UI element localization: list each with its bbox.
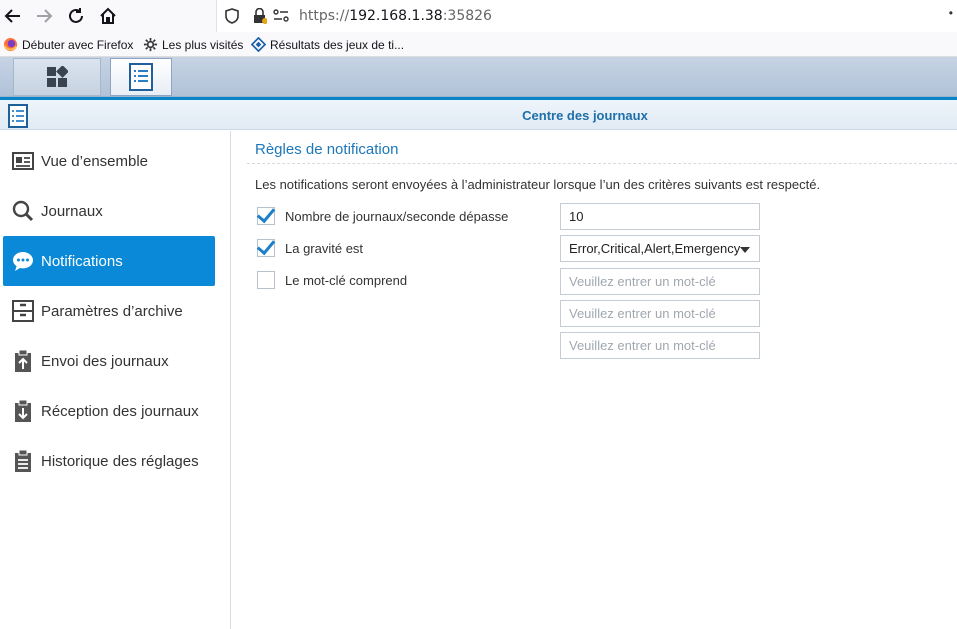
keyword-input-1[interactable] — [560, 268, 760, 295]
url-port: :35826 — [442, 8, 492, 24]
chat-bubble-icon — [11, 249, 35, 273]
sidebar-item-log-receiving[interactable]: Réception des journaux — [3, 386, 215, 436]
logs-per-second-checkbox[interactable] — [257, 207, 275, 225]
url-prefix: https:// — [299, 8, 350, 24]
sidebar-item-label: Notifications — [41, 252, 123, 270]
bookmarks-toolbar: Débuter avec Firefox Les plus visités Ré… — [0, 32, 957, 57]
sidebar-item-label: Journaux — [41, 202, 103, 220]
gear-icon — [143, 37, 158, 52]
section-title: Règles de notification — [255, 141, 399, 158]
severity-selected-value: Error,Critical,Alert,Emergency — [569, 241, 741, 256]
sidebar-item-label: Envoi des journaux — [41, 352, 169, 370]
grid-apps-icon — [47, 66, 68, 87]
section-divider — [247, 163, 957, 164]
url-text: https://192.168.1.38:35826 — [299, 8, 492, 24]
browser-toolbar: https://192.168.1.38:35826 • — [0, 0, 957, 32]
clipboard-upload-icon — [11, 349, 35, 373]
rule-label: Le mot-clé comprend — [285, 272, 408, 288]
shield-icon — [225, 8, 239, 24]
bookmark-label: Les plus visités — [162, 37, 244, 52]
back-button[interactable] — [0, 4, 26, 28]
clipboard-download-icon — [11, 399, 35, 423]
arrow-right-icon — [37, 9, 53, 23]
severity-checkbox[interactable] — [257, 239, 275, 257]
sidebar-item-notifications[interactable]: Notifications — [3, 236, 215, 286]
firefox-icon — [3, 37, 18, 52]
overflow-dot-icon[interactable]: • — [949, 6, 953, 20]
rule-keyword[interactable]: Le mot-clé comprend — [257, 271, 407, 289]
log-center-icon — [129, 63, 153, 91]
home-icon — [100, 7, 116, 24]
forward-button[interactable] — [31, 4, 57, 28]
bookmark-firefox[interactable]: Débuter avec Firefox — [3, 37, 133, 52]
home-button[interactable] — [95, 4, 121, 28]
sidebar-item-archive-settings[interactable]: Paramètres d’archive — [3, 286, 215, 336]
app-title: Centre des journaux — [522, 108, 648, 123]
rule-label: La gravité est — [285, 240, 364, 256]
arrow-left-icon — [4, 9, 20, 23]
overview-card-icon — [11, 149, 35, 173]
caret-down-icon — [740, 247, 750, 253]
main-menu-button[interactable] — [13, 58, 101, 96]
sidebar-item-label: Réception des journaux — [41, 402, 199, 420]
sidebar-item-logs[interactable]: Journaux — [3, 186, 215, 236]
sidebar-item-label: Paramètres d’archive — [41, 302, 183, 320]
sidebar-item-label: Vue d’ensemble — [41, 152, 149, 170]
sidebar-item-overview[interactable]: Vue d’ensemble — [3, 136, 215, 186]
bookmark-most-visited[interactable]: Les plus visités — [143, 37, 243, 52]
log-center-task-button[interactable] — [110, 58, 172, 96]
clipboard-list-icon — [11, 449, 35, 473]
diamond-icon — [251, 37, 266, 52]
dsm-taskbar — [0, 57, 957, 97]
keyword-input-3[interactable] — [560, 332, 760, 359]
archive-drawer-icon — [11, 299, 35, 323]
severity-select[interactable]: Error,Critical,Alert,Emergency — [560, 235, 760, 262]
notification-description: Les notifications seront envoyées à l’ad… — [255, 177, 821, 192]
reload-button[interactable] — [63, 4, 89, 28]
bookmark-game-results[interactable]: Résultats des jeux de ti... — [251, 37, 404, 52]
search-icon — [11, 199, 35, 223]
sidebar: Vue d’ensemble Journaux Notifications Pa… — [0, 131, 231, 629]
permissions-icon — [273, 9, 289, 22]
bookmark-label: Débuter avec Firefox — [22, 37, 134, 52]
url-bar[interactable]: https://192.168.1.38:35826 • — [216, 0, 957, 32]
lock-warning-icon — [254, 8, 267, 24]
rule-label: Nombre de journaux/seconde dépasse — [285, 208, 509, 224]
url-host: 192.168.1.38 — [349, 8, 443, 24]
logs-per-second-input[interactable] — [560, 203, 760, 230]
rule-logs-per-second[interactable]: Nombre de journaux/seconde dépasse — [257, 207, 508, 225]
bookmark-label: Résultats des jeux de ti... — [270, 37, 405, 52]
sidebar-item-label: Historique des réglages — [41, 452, 199, 470]
keyword-input-2[interactable] — [560, 300, 760, 327]
keyword-checkbox[interactable] — [257, 271, 275, 289]
app-window-header[interactable]: Centre des journaux — [0, 100, 957, 130]
reload-icon — [69, 8, 83, 23]
rule-severity[interactable]: La gravité est — [257, 239, 363, 257]
sidebar-item-log-sending[interactable]: Envoi des journaux — [3, 336, 215, 386]
sidebar-item-settings-history[interactable]: Historique des réglages — [3, 436, 215, 486]
